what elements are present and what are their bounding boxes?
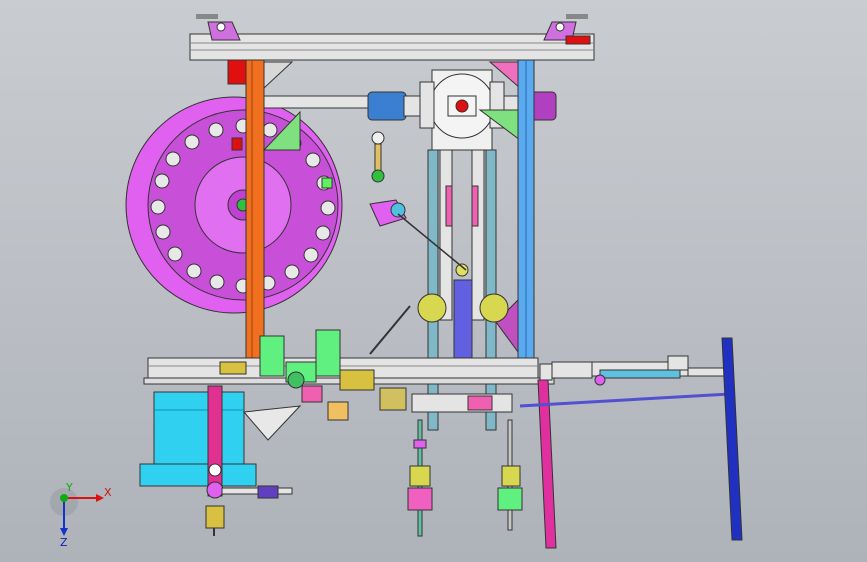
cad-viewport[interactable]: X Y Z bbox=[0, 0, 867, 562]
magenta-reel bbox=[125, 96, 343, 314]
lower-weights bbox=[407, 393, 523, 537]
y-axis-dot bbox=[60, 494, 68, 502]
right-top-bracket bbox=[543, 14, 591, 45]
x-axis-label: X bbox=[104, 486, 112, 499]
cyan-base bbox=[139, 391, 257, 487]
left-pink-arm bbox=[205, 385, 302, 536]
blue-motor bbox=[367, 91, 423, 121]
machine-assembly-drawing: X Y Z bbox=[50, 14, 743, 549]
belt-assembly bbox=[417, 149, 509, 431]
coordinate-triad: X Y Z bbox=[50, 481, 112, 549]
right-blue-leg bbox=[721, 337, 743, 541]
right-pink-leg bbox=[537, 363, 557, 549]
z-axis-label: Z bbox=[60, 536, 68, 549]
top-frame bbox=[189, 14, 595, 61]
y-axis-label: Y bbox=[65, 481, 73, 494]
